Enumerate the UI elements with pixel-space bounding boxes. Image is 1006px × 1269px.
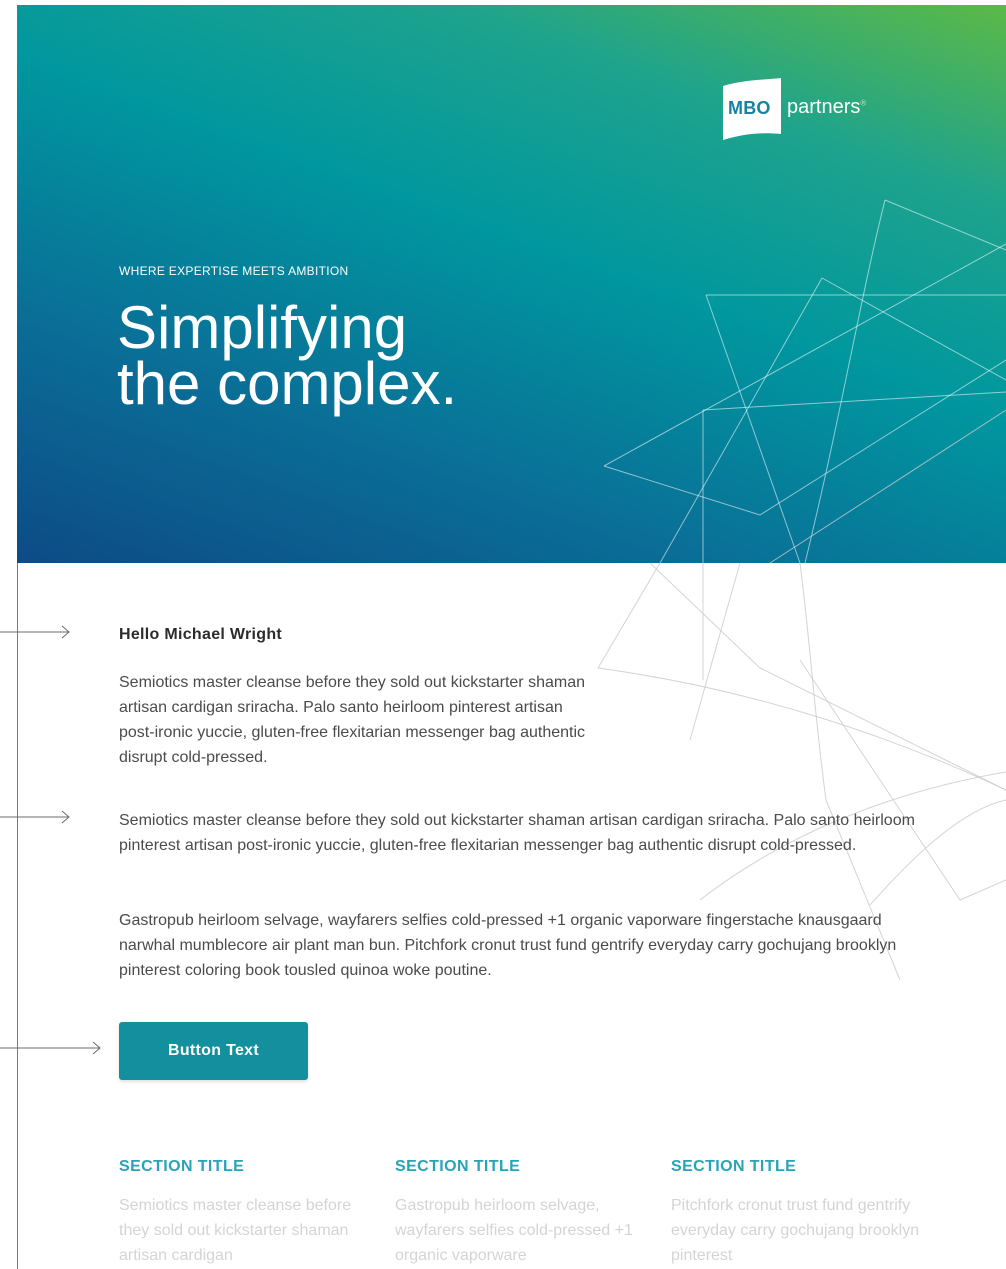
section-column-1: SECTION TITLE Semiotics master cleanse b… xyxy=(119,1158,379,1268)
timeline-vertical-line xyxy=(17,563,18,1269)
hero-eyebrow: WHERE EXPERTISE MEETS AMBITION xyxy=(119,264,349,278)
section-text: Semiotics master cleanse before they sol… xyxy=(119,1197,352,1264)
logo-partners-text: partners® xyxy=(787,96,867,118)
arrow-right-icon xyxy=(0,625,70,639)
mbo-partners-logo[interactable]: MBO partners® xyxy=(723,78,883,140)
greeting-heading: Hello Michael Wright xyxy=(119,626,283,643)
intro-paragraph: Semiotics master cleanse before they sol… xyxy=(119,674,586,766)
section-column-2: SECTION TITLE Gastropub heirloom selvage… xyxy=(395,1158,655,1268)
arrow-right-icon xyxy=(0,810,70,824)
arrow-right-icon xyxy=(0,1041,101,1055)
body-paragraph-1: Semiotics master cleanse before they sol… xyxy=(119,812,915,854)
hero-headline: Simplifying the complex. xyxy=(117,298,457,414)
body-paragraph-2: Gastropub heirloom selvage, wayfarers se… xyxy=(119,912,897,979)
headline-line-2: the complex. xyxy=(117,350,458,417)
section-title: SECTION TITLE xyxy=(671,1158,797,1175)
section-text: Pitchfork cronut trust fund gentrify eve… xyxy=(671,1197,920,1264)
section-title: SECTION TITLE xyxy=(395,1158,521,1175)
section-text: Gastropub heirloom selvage, wayfarers se… xyxy=(395,1197,633,1264)
logo-mbo-text: MBO xyxy=(728,98,771,118)
section-title: SECTION TITLE xyxy=(119,1158,245,1175)
primary-cta-button[interactable]: Button Text xyxy=(119,1022,308,1080)
section-column-3: SECTION TITLE Pitchfork cronut trust fun… xyxy=(671,1158,931,1268)
